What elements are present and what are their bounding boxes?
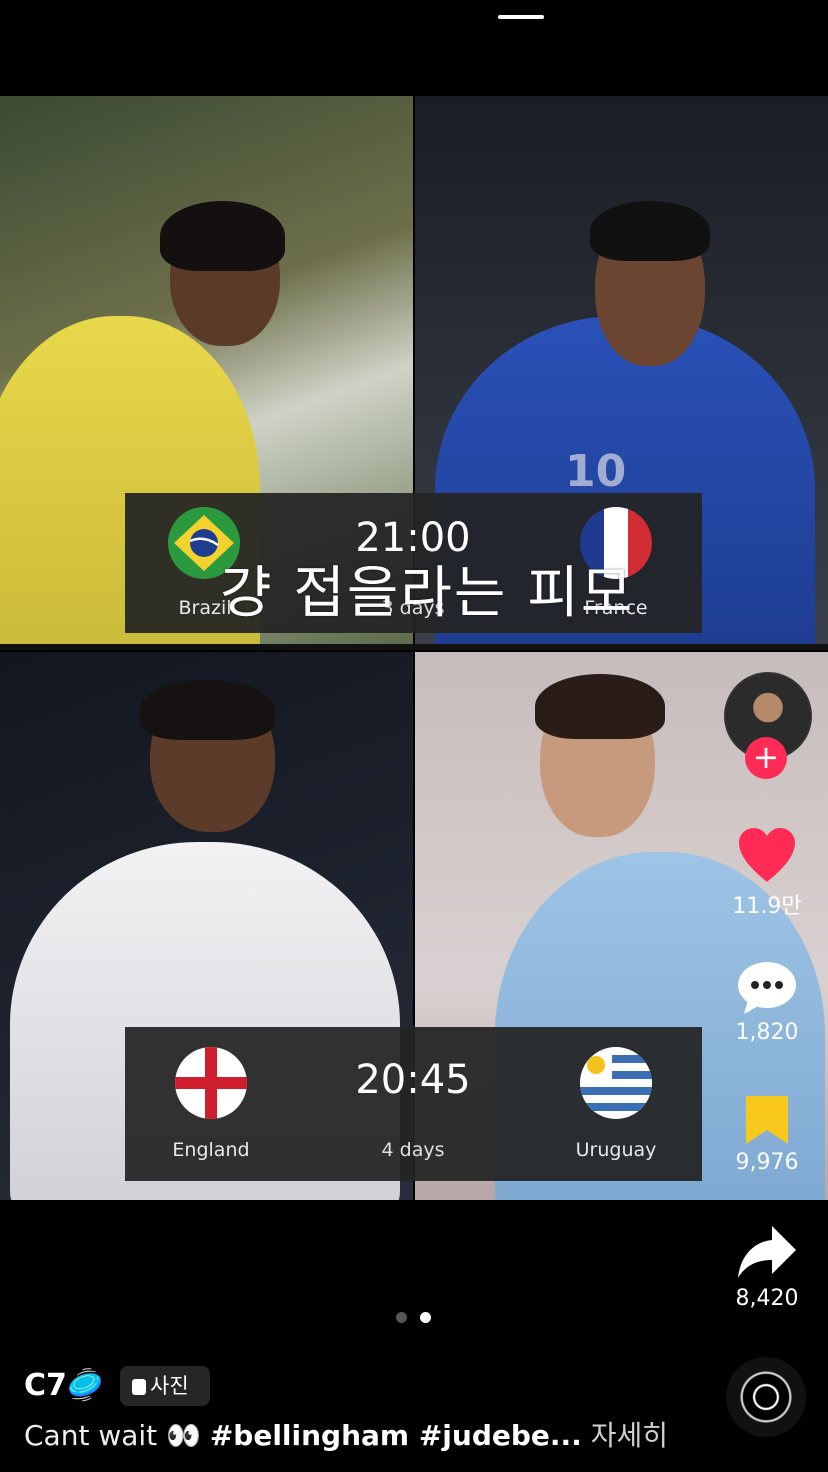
share-button[interactable]: 8,420	[717, 1222, 817, 1311]
overlay-text: 걍 접을라는 피모	[220, 561, 635, 626]
bookmark-icon	[746, 1096, 788, 1144]
scoreboard-match-2: England 20:45 4 days Uruguay	[125, 1027, 702, 1181]
pager-dot[interactable]	[396, 1312, 407, 1323]
creator-username[interactable]: C7🥏	[24, 1368, 104, 1403]
comment-icon	[738, 962, 796, 1014]
heart-icon	[739, 828, 795, 882]
post-caption[interactable]: Cant wait 👀 #bellingham #judebe... 자세히	[24, 1414, 668, 1454]
photo-icon	[132, 1379, 146, 1395]
photo-badge-label: 사진	[150, 1374, 189, 1398]
divider	[0, 644, 828, 650]
caption-hashtags[interactable]: #bellingham #judebe...	[210, 1419, 582, 1452]
save-button[interactable]: 9,976	[717, 1094, 817, 1175]
uruguay-flag-icon	[580, 1047, 652, 1119]
see-more-link[interactable]: 자세히	[591, 1419, 668, 1452]
image-pager	[396, 1308, 444, 1327]
sound-disc[interactable]	[726, 1357, 806, 1437]
comment-count: 1,820	[735, 1020, 799, 1045]
photo-mode-badge[interactable]: 사진	[120, 1366, 210, 1406]
caption-text: Cant wait 👀	[24, 1419, 210, 1452]
share-count: 8,420	[735, 1286, 799, 1311]
england-flag-icon	[175, 1047, 247, 1119]
top-indicator	[498, 15, 544, 19]
plus-icon: +	[752, 738, 780, 776]
save-count: 9,976	[735, 1150, 799, 1175]
post-media[interactable]: 10 Brazil 21:00 3 days France England 20…	[0, 96, 828, 1200]
like-button[interactable]: 11.9만	[717, 826, 817, 920]
like-count: 11.9만	[732, 894, 802, 919]
comment-button[interactable]: 1,820	[717, 960, 817, 1045]
share-icon	[738, 1226, 796, 1278]
team-name-home: England	[172, 1139, 250, 1161]
team-name-away: Uruguay	[575, 1139, 657, 1161]
follow-button[interactable]: +	[745, 737, 787, 779]
pager-dot-active[interactable]	[420, 1312, 431, 1323]
match-countdown: 4 days	[381, 1139, 445, 1161]
match-time: 20:45	[355, 1057, 471, 1103]
